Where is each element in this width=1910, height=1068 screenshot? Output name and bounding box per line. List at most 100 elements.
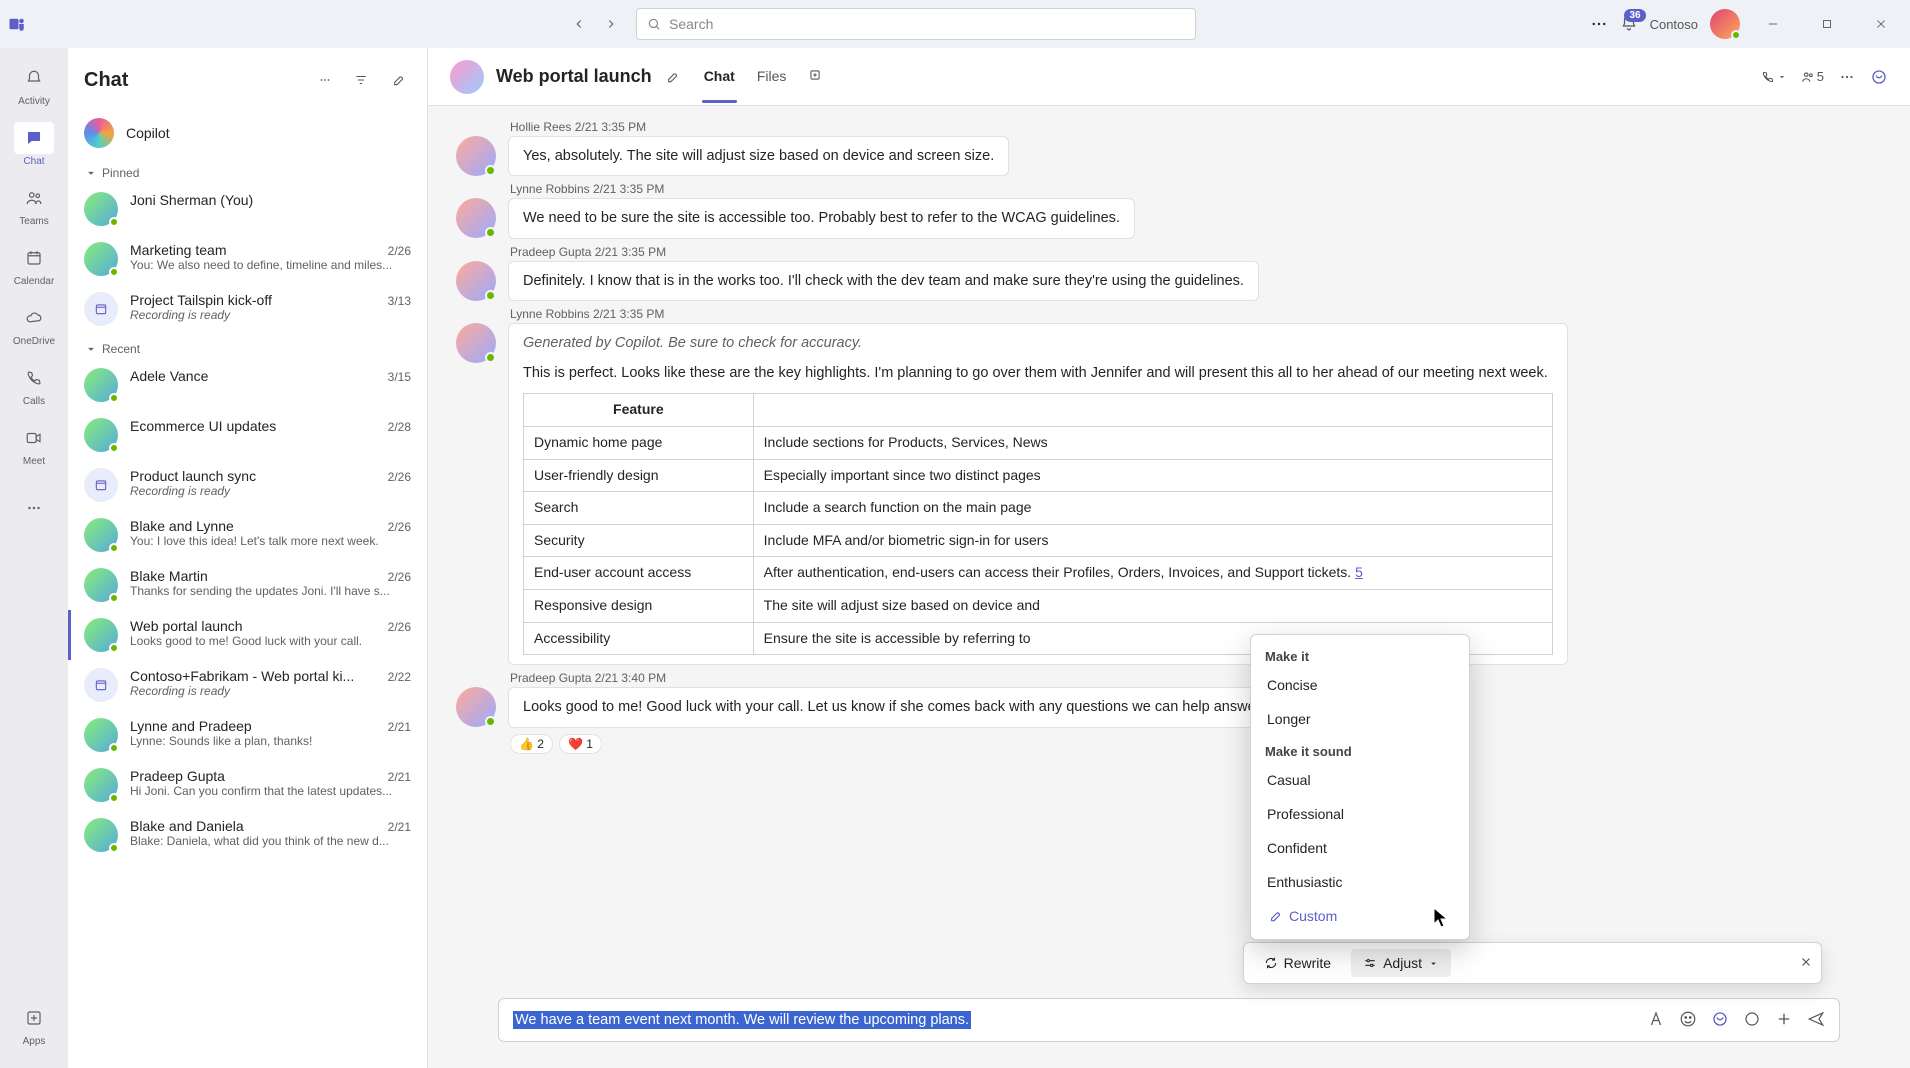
table-row: SearchInclude a search function on the m…: [524, 492, 1553, 525]
chat-item-preview: Recording is ready: [130, 308, 411, 322]
copilot-compose-icon[interactable]: [1711, 1010, 1729, 1031]
add-attachment-icon[interactable]: [1775, 1010, 1793, 1031]
adjust-option-casual[interactable]: Casual: [1251, 763, 1469, 797]
adjust-option-professional[interactable]: Professional: [1251, 797, 1469, 831]
teams-logo-icon: [8, 15, 26, 33]
conv-more-icon[interactable]: [1838, 68, 1856, 86]
chat-list-item[interactable]: Contoso+Fabrikam - Web portal ki...2/22R…: [68, 660, 427, 710]
reaction-chip[interactable]: ❤️ 1: [559, 734, 602, 754]
rail-teams[interactable]: Teams: [4, 176, 64, 232]
chat-item-title: Blake and Lynne: [130, 518, 234, 534]
emoji-icon[interactable]: [1679, 1010, 1697, 1031]
chat-item-date: 2/26: [388, 620, 411, 634]
call-button[interactable]: [1761, 70, 1787, 84]
tab-add[interactable]: [806, 50, 824, 103]
feature-table: FeatureDynamic home pageInclude sections…: [523, 393, 1553, 655]
compose-box[interactable]: We have a team event next month. We will…: [498, 998, 1840, 1042]
section-recent[interactable]: Recent: [68, 334, 427, 360]
chat-list-item[interactable]: Lynne and Pradeep2/21Lynne: Sounds like …: [68, 710, 427, 760]
chat-item-title: Marketing team: [130, 242, 226, 258]
search-input[interactable]: Search: [636, 8, 1196, 40]
compose-text[interactable]: We have a team event next month. We will…: [513, 1012, 1639, 1028]
window-close[interactable]: [1860, 8, 1902, 40]
rail-meet[interactable]: Meet: [4, 416, 64, 472]
reaction-chip[interactable]: 👍 2: [510, 734, 553, 754]
calendar-icon: [84, 292, 118, 326]
copilot-entry[interactable]: Copilot: [68, 108, 427, 158]
chat-item-date: 2/26: [388, 520, 411, 534]
conversation-panel: Web portal launch Chat Files 5 Hollie Re…: [428, 48, 1910, 1068]
adjust-button[interactable]: Adjust: [1351, 949, 1451, 977]
adjust-option-custom[interactable]: Custom: [1251, 899, 1469, 933]
search-placeholder: Search: [669, 16, 713, 32]
format-icon[interactable]: [1647, 1010, 1665, 1031]
chat-list-item[interactable]: Blake Martin2/26Thanks for sending the u…: [68, 560, 427, 610]
chat-list-item[interactable]: Project Tailspin kick-off3/13Recording i…: [68, 284, 427, 334]
chat-list-item[interactable]: Product launch sync2/26Recording is read…: [68, 460, 427, 510]
message-meta: Pradeep Gupta 2/21 3:40 PM: [510, 671, 1882, 685]
tab-chat[interactable]: Chat: [702, 50, 737, 103]
chat-item-title: Project Tailspin kick-off: [130, 292, 272, 308]
chat-list-item[interactable]: Pradeep Gupta2/21Hi Joni. Can you confir…: [68, 760, 427, 810]
window-maximize[interactable]: [1806, 8, 1848, 40]
ai-toolbar: Rewrite Adjust: [1243, 942, 1822, 984]
rail-calendar[interactable]: Calendar: [4, 236, 64, 292]
people-button[interactable]: 5: [1801, 69, 1824, 84]
app-rail: Activity Chat Teams Calendar OneDrive Ca…: [0, 48, 68, 1068]
avatar: [84, 718, 118, 752]
nav-forward[interactable]: [598, 11, 624, 37]
rail-chat[interactable]: Chat: [4, 116, 64, 172]
new-chat-button[interactable]: [383, 66, 411, 94]
window-minimize[interactable]: [1752, 8, 1794, 40]
avatar: [84, 242, 118, 276]
rail-calls[interactable]: Calls: [4, 356, 64, 412]
message-meta: Lynne Robbins 2/21 3:35 PM: [510, 307, 1882, 321]
chat-list-item[interactable]: Adele Vance3/15: [68, 360, 427, 410]
ai-close-button[interactable]: [1799, 955, 1813, 972]
adjust-menu-header-1: Make it: [1251, 641, 1469, 668]
edit-title-icon[interactable]: [664, 70, 678, 84]
copilot-disclaimer: Generated by Copilot. Be sure to check f…: [523, 333, 1553, 353]
adjust-option-enthusiastic[interactable]: Enthusiastic: [1251, 865, 1469, 899]
nav-back[interactable]: [566, 11, 592, 37]
copilot-header-icon[interactable]: [1870, 68, 1888, 86]
rail-more[interactable]: [4, 480, 64, 536]
more-icon[interactable]: [1590, 15, 1608, 33]
chat-item-date: 2/21: [388, 720, 411, 734]
chat-item-preview: Thanks for sending the updates Joni. I'l…: [130, 584, 411, 598]
chat-item-preview: Lynne: Sounds like a plan, thanks!: [130, 734, 411, 748]
rail-activity[interactable]: Activity: [4, 56, 64, 112]
adjust-menu-header-2: Make it sound: [1251, 736, 1469, 763]
chat-list-item[interactable]: Ecommerce UI updates2/28: [68, 410, 427, 460]
section-pinned[interactable]: Pinned: [68, 158, 427, 184]
adjust-option-concise[interactable]: Concise: [1251, 668, 1469, 702]
loop-icon[interactable]: [1743, 1010, 1761, 1031]
chat-item-title: Contoso+Fabrikam - Web portal ki...: [130, 668, 354, 684]
message-bubble: Yes, absolutely. The site will adjust si…: [508, 136, 1009, 176]
chatlist-more[interactable]: [311, 66, 339, 94]
adjust-option-confident[interactable]: Confident: [1251, 831, 1469, 865]
avatar: [84, 568, 118, 602]
chat-list-item[interactable]: Blake and Lynne2/26You: I love this idea…: [68, 510, 427, 560]
chat-list-item[interactable]: Marketing team2/26You: We also need to d…: [68, 234, 427, 284]
chat-item-title: Product launch sync: [130, 468, 256, 484]
chat-list-item[interactable]: Web portal launch2/26Looks good to me! G…: [68, 610, 427, 660]
rail-apps[interactable]: Apps: [4, 996, 64, 1052]
chat-list-item[interactable]: Joni Sherman (You): [68, 184, 427, 234]
avatar: [456, 198, 496, 238]
chatlist-filter[interactable]: [347, 66, 375, 94]
chat-list-item[interactable]: Blake and Daniela2/21Blake: Daniela, wha…: [68, 810, 427, 860]
notification-badge: 36: [1624, 9, 1645, 22]
rewrite-button[interactable]: Rewrite: [1252, 949, 1343, 977]
chat-item-preview: Looks good to me! Good luck with your ca…: [130, 634, 411, 648]
notifications-button[interactable]: 36: [1620, 14, 1638, 35]
send-button[interactable]: [1807, 1010, 1825, 1031]
user-avatar[interactable]: [1710, 9, 1740, 39]
table-row: SecurityInclude MFA and/or biometric sig…: [524, 524, 1553, 557]
tab-files[interactable]: Files: [755, 50, 789, 103]
table-row: User-friendly designEspecially important…: [524, 459, 1553, 492]
citation-link[interactable]: 5: [1355, 564, 1363, 580]
rail-onedrive[interactable]: OneDrive: [4, 296, 64, 352]
adjust-option-longer[interactable]: Longer: [1251, 702, 1469, 736]
chat-item-title: Blake and Daniela: [130, 818, 244, 834]
